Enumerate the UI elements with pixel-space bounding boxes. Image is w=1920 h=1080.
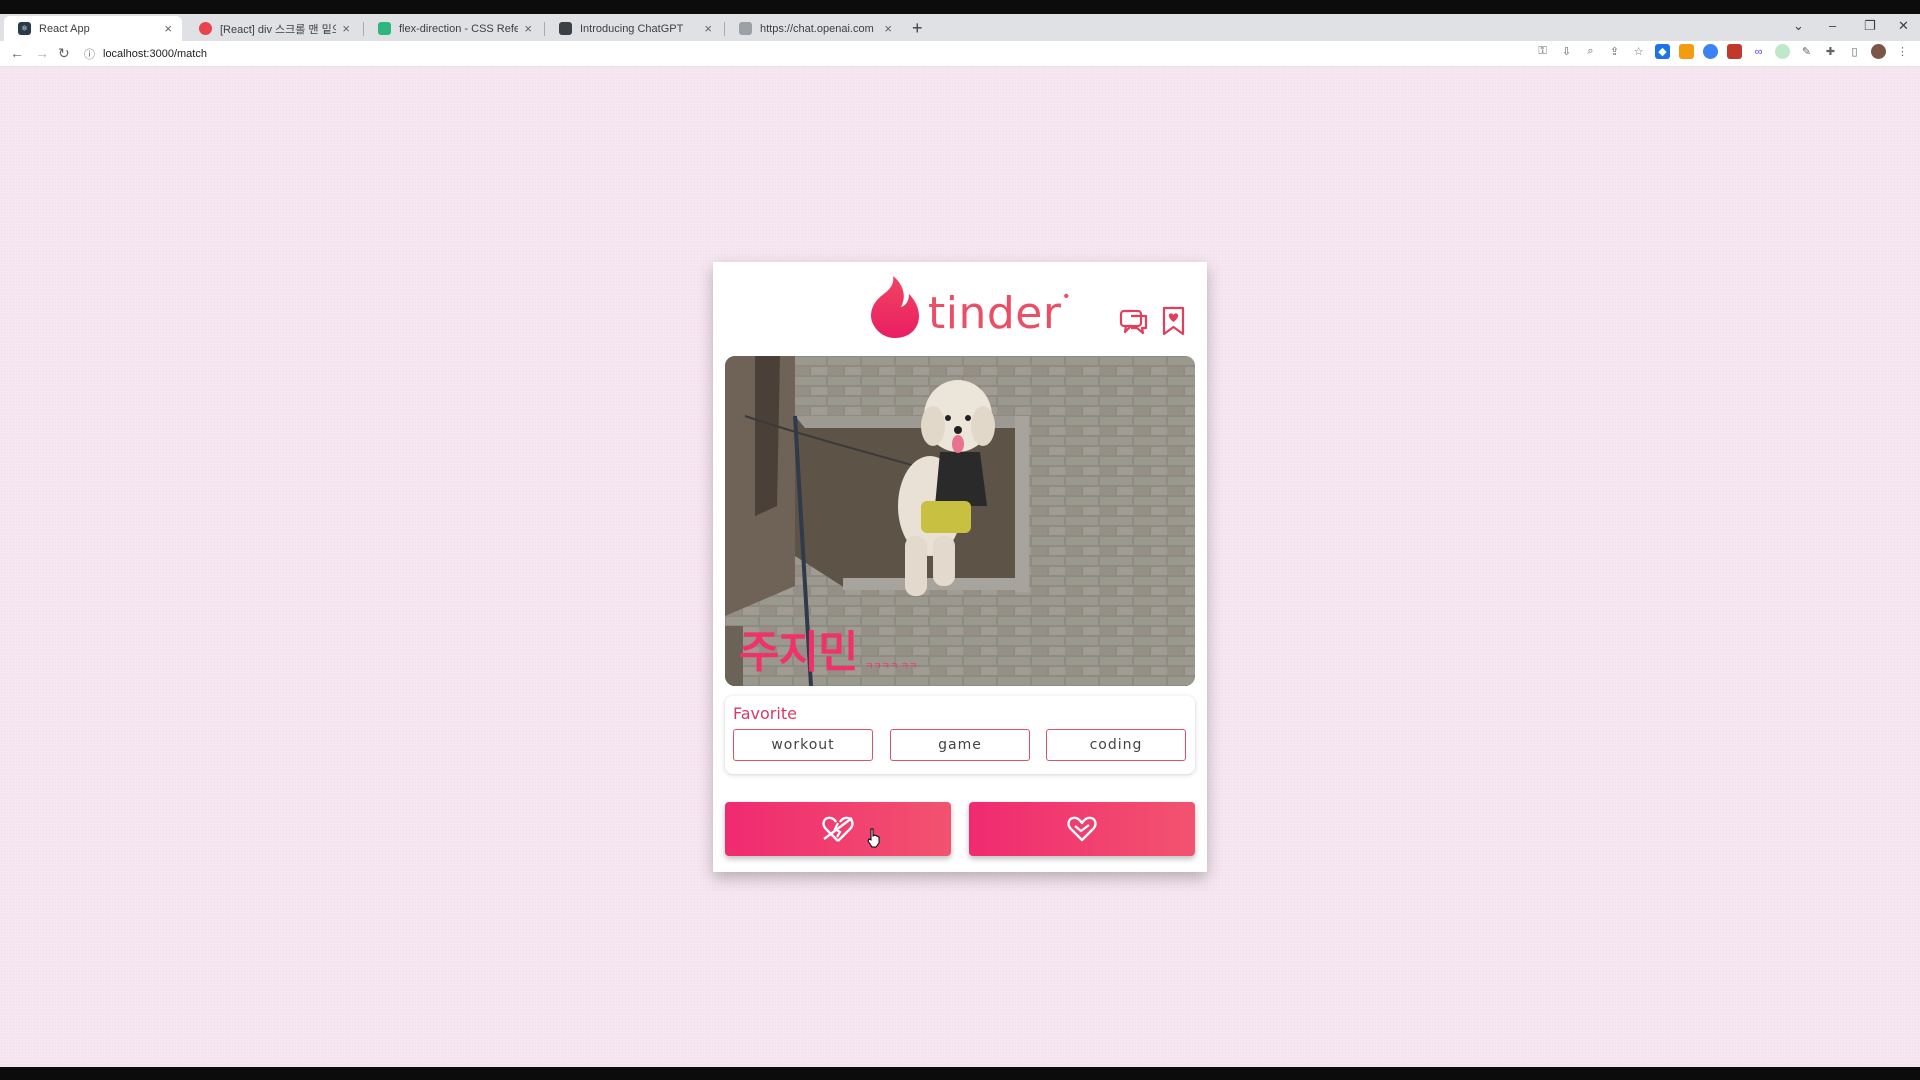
menu-icon[interactable]: ⋮ — [1895, 44, 1910, 59]
pass-button[interactable] — [725, 802, 951, 856]
tab-title: https://chat.openai.com — [760, 22, 874, 35]
window-close-icon[interactable]: ✕ — [1898, 18, 1909, 34]
css-reference-icon — [378, 22, 391, 35]
install-icon[interactable]: ⇩ — [1559, 44, 1574, 59]
openai-icon — [559, 22, 572, 35]
shield-extension-icon[interactable]: ◆ — [1655, 44, 1670, 59]
tab-title: Introducing ChatGPT — [580, 22, 684, 35]
page-icon — [739, 22, 752, 35]
close-icon[interactable]: × — [704, 21, 712, 36]
tab-chat-openai[interactable]: https://chat.openai.com × — [725, 16, 902, 41]
tab-title: React App — [39, 22, 90, 35]
velog-icon — [199, 22, 212, 35]
tinder-logo: tinder • — [865, 274, 1069, 340]
brand-mark: • — [1063, 288, 1070, 305]
forward-icon[interactable]: → — [35, 45, 49, 61]
zoom-icon[interactable]: ⌕ — [1583, 44, 1598, 59]
share-icon[interactable]: ⇪ — [1607, 44, 1622, 59]
tab-flex-direction[interactable]: flex-direction - CSS Reference × — [364, 16, 542, 41]
extension-red-icon[interactable] — [1727, 44, 1742, 59]
flame-icon — [871, 276, 919, 338]
star-icon[interactable]: ☆ — [1631, 44, 1646, 59]
extension-icons: ⚿ ⇩ ⌕ ⇪ ☆ ◆ ∞ ✎ ✚ ▯ ⋮ — [1535, 44, 1910, 59]
extension-purple-icon[interactable]: ∞ — [1751, 44, 1766, 59]
key-icon[interactable]: ⚿ — [1535, 44, 1550, 59]
puzzle-icon[interactable]: ✚ — [1823, 44, 1838, 59]
extension-orange-icon[interactable] — [1679, 44, 1694, 59]
bookmark-heart-icon[interactable] — [1159, 306, 1189, 336]
favorite-panel: Favorite workout game coding — [725, 696, 1195, 774]
page-background: tinder • 주지민 ㅋㅋㅋㅋ ㅋㅋ Favorite workout ga… — [0, 67, 1920, 1067]
card-header: tinder • — [713, 262, 1207, 350]
browser-toolbar: ← → ↻ ⓘ localhost:3000/match ⚿ ⇩ ⌕ ⇪ ☆ ◆… — [0, 41, 1920, 67]
screen-bottom-border — [0, 1067, 1920, 1080]
profile-name: 주지민 — [739, 627, 858, 678]
close-icon[interactable]: × — [884, 21, 892, 36]
extension-pen-icon[interactable]: ✎ — [1799, 44, 1814, 59]
extension-blue-icon[interactable] — [1703, 44, 1718, 59]
extension-green-icon[interactable] — [1775, 44, 1790, 59]
favorite-title: Favorite — [733, 704, 797, 723]
close-icon[interactable]: × — [164, 21, 172, 36]
profile-avatar[interactable] — [1871, 44, 1886, 59]
browser-tabstrip: ⚛ React App × [React] div 스크롤 맨 밑으로 내리 ×… — [0, 14, 1920, 41]
site-info-icon[interactable]: ⓘ — [84, 46, 95, 62]
tab-react-scroll[interactable]: [React] div 스크롤 맨 밑으로 내리 × — [185, 16, 360, 41]
reload-icon[interactable]: ↻ — [58, 45, 70, 62]
favorite-chip-coding[interactable]: coding — [1046, 729, 1186, 761]
tab-title: flex-direction - CSS Reference — [399, 22, 519, 35]
minimize-icon[interactable]: – — [1829, 18, 1836, 33]
address-bar[interactable]: ⓘ localhost:3000/match — [84, 43, 1514, 65]
favorite-chip-workout[interactable]: workout — [733, 729, 873, 761]
close-icon[interactable]: × — [524, 21, 532, 36]
profile-subtitle: ㅋㅋㅋㅋ ㅋㅋ — [865, 661, 918, 671]
heart-icon — [1067, 816, 1097, 842]
profile-photo[interactable]: 주지민 ㅋㅋㅋㅋ ㅋㅋ — [725, 356, 1195, 686]
restore-icon[interactable]: ❐ — [1864, 18, 1876, 34]
favorite-chip-game[interactable]: game — [890, 729, 1030, 761]
tab-title: [React] div 스크롤 맨 밑으로 내리 — [220, 23, 336, 36]
mouse-cursor-icon — [867, 828, 880, 848]
sidebar-icon[interactable]: ▯ — [1847, 44, 1862, 59]
brand-wordmark: tinder — [928, 288, 1062, 339]
broken-heart-icon — [822, 816, 854, 842]
match-card: tinder • 주지민 ㅋㅋㅋㅋ ㅋㅋ Favorite workout ga… — [713, 262, 1207, 872]
tab-react-app[interactable]: ⚛ React App × — [4, 16, 182, 41]
chat-icon[interactable] — [1119, 306, 1149, 336]
url-text: localhost:3000/match — [103, 48, 207, 60]
new-tab-button[interactable]: + — [912, 18, 923, 39]
tab-search-icon[interactable]: ⌄ — [1793, 18, 1804, 34]
back-icon[interactable]: ← — [10, 45, 24, 61]
close-icon[interactable]: × — [342, 21, 350, 36]
tab-introducing-chatgpt[interactable]: Introducing ChatGPT × — [545, 16, 722, 41]
like-button[interactable] — [969, 802, 1195, 856]
react-app-icon: ⚛ — [18, 22, 31, 35]
